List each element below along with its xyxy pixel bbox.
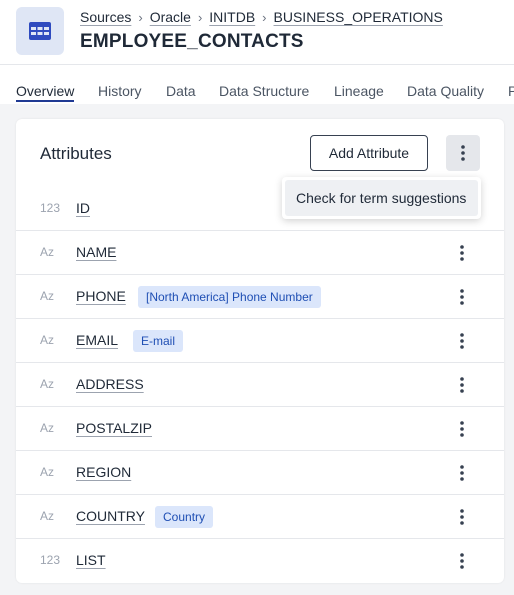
active-tab-indicator (16, 100, 74, 102)
row-options-button[interactable] (452, 462, 472, 484)
term-tag[interactable]: E-mail (133, 330, 184, 352)
breadcrumb-oracle[interactable]: Oracle (150, 9, 191, 25)
vertical-dots-icon (460, 289, 464, 305)
vertical-dots-icon (461, 145, 465, 161)
attribute-row: Az NAME (16, 231, 504, 275)
tab-history[interactable]: History (98, 83, 142, 99)
text-type-icon: Az (40, 245, 55, 259)
row-options-button[interactable] (452, 418, 472, 440)
breadcrumb-initdb[interactable]: INITDB (209, 9, 255, 25)
term-tag[interactable]: [North America] Phone Number (138, 286, 321, 308)
vertical-dots-icon (460, 421, 464, 437)
breadcrumb-business-operations[interactable]: BUSINESS_OPERATIONS (274, 9, 443, 25)
vertical-dots-icon (460, 553, 464, 569)
add-attribute-button[interactable]: Add Attribute (310, 135, 428, 171)
attribute-name[interactable]: ADDRESS (76, 376, 144, 392)
text-type-icon: Az (40, 333, 55, 347)
vertical-dots-icon (460, 333, 464, 349)
check-term-suggestions-menu-item[interactable]: Check for term suggestions (285, 180, 478, 216)
numeric-type-icon: 123 (40, 201, 61, 215)
text-type-icon: Az (40, 509, 55, 523)
options-dropdown-menu: Check for term suggestions (282, 177, 481, 219)
row-options-button[interactable] (452, 550, 472, 572)
row-options-button[interactable] (452, 506, 472, 528)
chevron-right-icon: › (197, 9, 203, 25)
text-type-icon: Az (40, 377, 55, 391)
attribute-name[interactable]: POSTALZIP (76, 420, 152, 436)
chevron-right-icon: › (138, 9, 143, 25)
vertical-dots-icon (460, 245, 464, 261)
attributes-title: Attributes (40, 144, 112, 163)
attribute-list: 123 ID Az NAME Az PHONE [North America] … (16, 187, 504, 583)
attribute-row: Az REGION (16, 451, 504, 495)
attribute-row: Az EMAIL E-mail (16, 319, 504, 363)
breadcrumb: Sources › Oracle › INITDB › BUSINESS_OPE… (80, 9, 443, 25)
page-header: Sources › Oracle › INITDB › BUSINESS_OPE… (0, 0, 514, 65)
row-options-button[interactable] (452, 286, 472, 308)
row-options-button[interactable] (452, 242, 472, 264)
text-type-icon: Az (40, 465, 55, 479)
row-options-button[interactable] (452, 374, 472, 396)
attribute-name[interactable]: ID (76, 200, 90, 216)
tab-data-structure[interactable]: Data Structure (219, 83, 309, 99)
attribute-name[interactable]: PHONE (76, 288, 126, 304)
more-options-button[interactable] (446, 135, 480, 171)
vertical-dots-icon (460, 465, 464, 481)
attribute-row: Az PHONE [North America] Phone Number (16, 275, 504, 319)
attribute-name[interactable]: REGION (76, 464, 131, 480)
attribute-row: Az COUNTRY Country (16, 495, 504, 539)
term-tag[interactable]: Country (155, 506, 214, 528)
attribute-name[interactable]: LIST (76, 552, 106, 568)
attribute-name[interactable]: EMAIL (76, 332, 118, 348)
attribute-name[interactable]: NAME (76, 244, 116, 260)
numeric-type-icon: 123 (40, 553, 61, 567)
tab-lineage[interactable]: Lineage (334, 83, 384, 99)
text-type-icon: Az (40, 289, 55, 303)
page-title: EMPLOYEE_CONTACTS (80, 31, 304, 52)
table-icon (16, 7, 64, 55)
tab-bar: Overview History Data Data Structure Lin… (0, 65, 514, 104)
chevron-right-icon: › (262, 9, 267, 25)
vertical-dots-icon (460, 377, 464, 393)
attribute-name[interactable]: COUNTRY (76, 508, 145, 524)
tab-overview[interactable]: Overview (16, 83, 74, 99)
text-type-icon: Az (40, 421, 55, 435)
attribute-row: Az POSTALZIP (16, 407, 504, 451)
breadcrumb-sources[interactable]: Sources (80, 9, 131, 25)
row-options-button[interactable] (452, 330, 472, 352)
tab-data-quality[interactable]: Data Quality (407, 83, 484, 99)
vertical-dots-icon (460, 509, 464, 525)
tab-data[interactable]: Data (166, 83, 196, 99)
tab-overflow[interactable]: P (508, 83, 514, 99)
attribute-row: 123 LIST (16, 539, 504, 583)
attribute-row: Az ADDRESS (16, 363, 504, 407)
